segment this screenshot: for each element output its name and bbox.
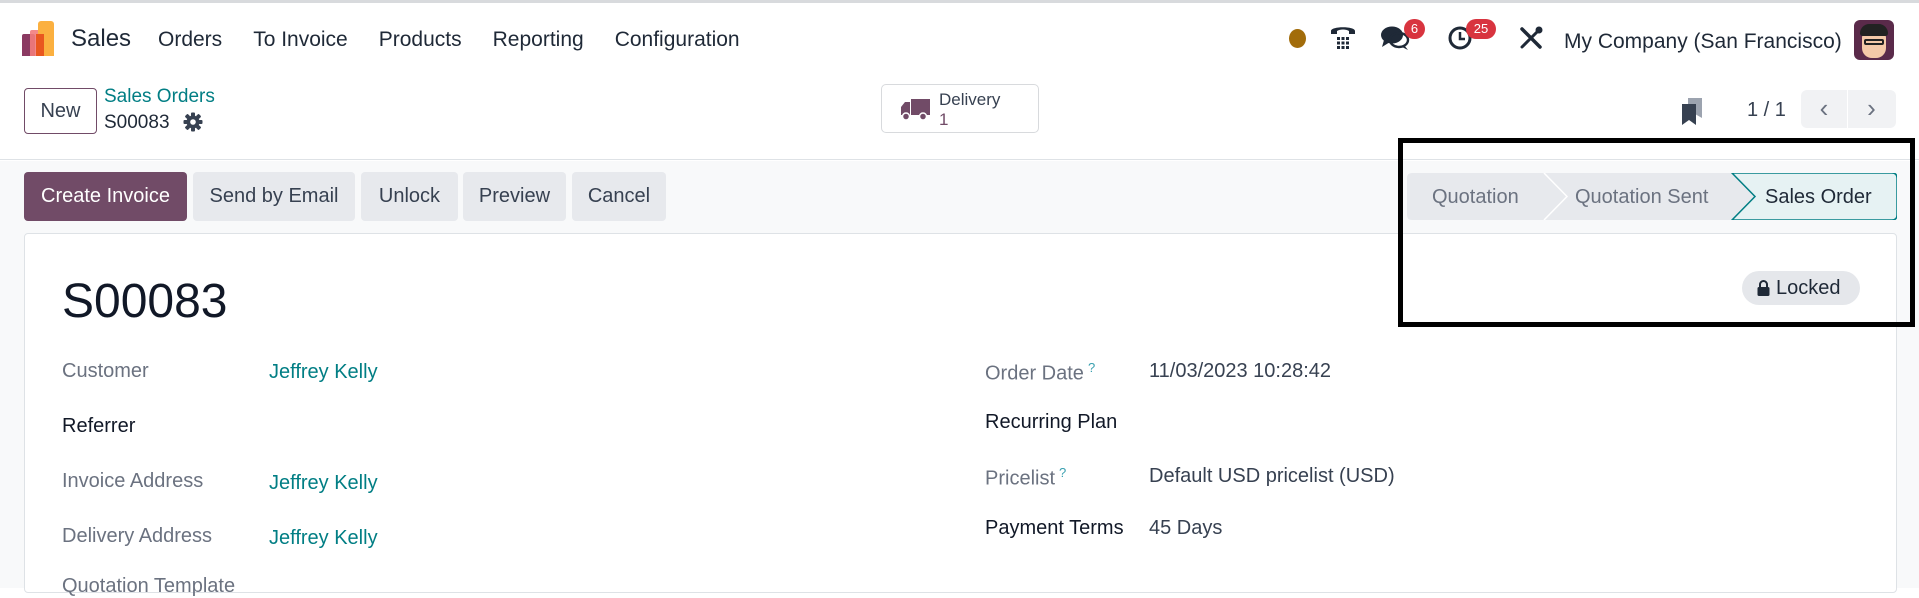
- cancel-button[interactable]: Cancel: [572, 172, 666, 221]
- quotation-template-label: Quotation Template: [62, 575, 236, 597]
- pager-value[interactable]: 1 / 1: [1747, 99, 1786, 122]
- menu-item-to-invoice[interactable]: To Invoice: [253, 28, 348, 52]
- app-name[interactable]: Sales: [71, 25, 131, 53]
- delivery-count: 1: [939, 110, 949, 129]
- bookmark-icon[interactable]: [1680, 96, 1704, 126]
- breadcrumb-current: S00083: [104, 112, 170, 133]
- pricelist-help-icon[interactable]: ?: [1059, 465, 1066, 480]
- menu-item-orders[interactable]: Orders: [158, 28, 222, 52]
- delivery-smart-button[interactable]: Delivery 1: [881, 84, 1039, 133]
- truck-icon: [901, 99, 930, 121]
- pager-next-button[interactable]: ›: [1848, 90, 1895, 128]
- pricelist-label: Pricelist?: [985, 465, 1067, 490]
- order-title: S00083: [62, 275, 228, 328]
- delivery-address-label: Delivery Address: [62, 525, 213, 547]
- send-by-email-button[interactable]: Send by Email: [193, 172, 355, 221]
- company-switcher[interactable]: My Company (San Francisco): [1564, 30, 1842, 54]
- unlock-button[interactable]: Unlock: [361, 172, 458, 221]
- customer-value[interactable]: Jeffrey Kelly: [269, 361, 378, 384]
- payment-terms-label: Payment Terms: [985, 517, 1124, 539]
- activities-count-badge: 25: [1466, 19, 1496, 39]
- invoice-address-label: Invoice Address: [62, 470, 204, 492]
- menu-item-reporting[interactable]: Reporting: [493, 28, 584, 52]
- invoice-address-value[interactable]: Jeffrey Kelly: [269, 472, 378, 495]
- pager-previous-button[interactable]: ‹: [1801, 90, 1848, 128]
- breadcrumb-sales-orders[interactable]: Sales Orders: [104, 86, 215, 108]
- new-button[interactable]: New: [24, 88, 97, 134]
- recurring-plan-label: Recurring Plan: [985, 411, 1118, 433]
- delivery-label: Delivery: [939, 90, 1001, 109]
- menu-item-configuration[interactable]: Configuration: [615, 28, 740, 52]
- sales-app-logo-icon[interactable]: [22, 21, 58, 59]
- main-menu: Orders To Invoice Products Reporting Con…: [158, 28, 740, 52]
- navbar: Sales Orders To Invoice Products Reporti…: [0, 3, 1919, 75]
- customer-label: Customer: [62, 360, 149, 382]
- debug-tools-icon[interactable]: [1518, 25, 1544, 58]
- user-avatar[interactable]: [1854, 20, 1894, 60]
- order-date-value[interactable]: 11/03/2023 10:28:42: [1149, 360, 1331, 383]
- status-dot-icon[interactable]: [1289, 29, 1306, 48]
- order-date-label: Order Date?: [985, 360, 1096, 385]
- phone-icon[interactable]: [1329, 23, 1357, 56]
- referrer-label: Referrer: [62, 415, 136, 437]
- recurring-plan-field[interactable]: [1149, 411, 1749, 437]
- create-invoice-button[interactable]: Create Invoice: [24, 172, 187, 221]
- pricelist-value[interactable]: Default USD pricelist (USD): [1149, 465, 1395, 488]
- menu-item-products[interactable]: Products: [379, 28, 462, 52]
- annotation-highlight-box: [1398, 138, 1915, 327]
- gear-icon[interactable]: [183, 112, 203, 138]
- preview-button[interactable]: Preview: [463, 172, 566, 221]
- delivery-address-value[interactable]: Jeffrey Kelly: [269, 527, 378, 550]
- messages-count-badge: 6: [1404, 19, 1425, 39]
- payment-terms-value[interactable]: 45 Days: [1149, 517, 1222, 540]
- pager-buttons: ‹ ›: [1801, 90, 1896, 128]
- order-date-help-icon[interactable]: ?: [1088, 360, 1095, 375]
- referrer-field[interactable]: [269, 415, 769, 441]
